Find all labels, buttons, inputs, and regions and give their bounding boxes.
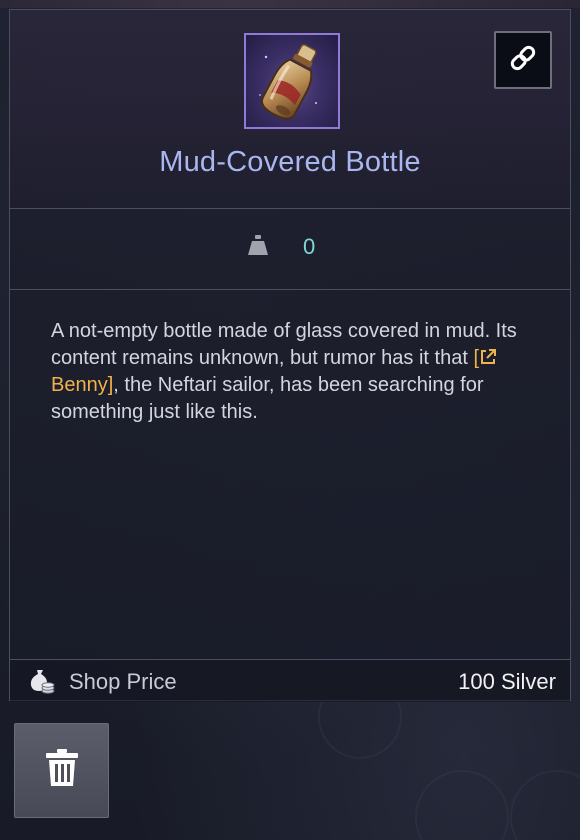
shop-price-row: Shop Price 100 Silver [10, 659, 570, 702]
item-tooltip: Mud-Covered Bottle 0 A not-empty bottle … [9, 9, 571, 702]
copy-link-button[interactable] [494, 31, 552, 89]
mud-covered-bottle-icon [244, 33, 340, 129]
delete-item-button[interactable] [14, 723, 109, 818]
item-description: A not-empty bottle made of glass covered… [51, 318, 531, 426]
weight-value: 0 [303, 234, 316, 259]
external-link-icon [479, 347, 497, 365]
coin-bag-icon [28, 667, 56, 695]
trash-icon [44, 748, 80, 793]
game-ui-screen: Mud-Covered Bottle 0 A not-empty bottle … [0, 0, 580, 840]
item-name: Mud-Covered Bottle [159, 146, 421, 178]
link-icon [508, 43, 538, 78]
weight-row: 0 [10, 209, 570, 290]
description-text-end: , the Neftari sailor, has been searching… [51, 374, 484, 423]
description-text: A not-empty bottle made of glass covered… [51, 320, 517, 369]
npc-link-name: Benny [51, 374, 108, 396]
top-strip [0, 0, 580, 8]
tooltip-header: Mud-Covered Bottle [10, 10, 570, 209]
shop-price-label: Shop Price [69, 669, 177, 694]
weight-icon [247, 234, 269, 256]
background-decoration [415, 770, 509, 840]
shop-price-value: 100 Silver [458, 669, 556, 694]
background-decoration [510, 770, 580, 840]
